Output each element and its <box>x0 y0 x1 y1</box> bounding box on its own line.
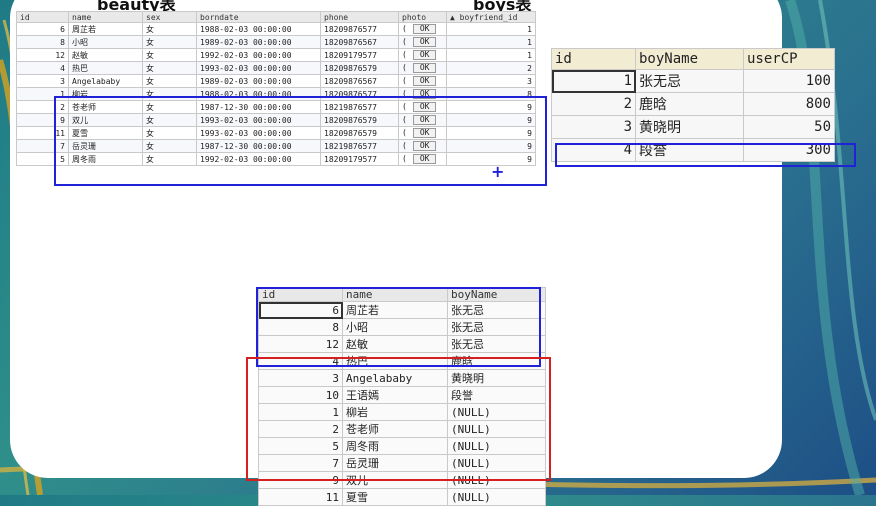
cell-boyfriend-id[interactable]: 1 <box>446 35 536 49</box>
cell-usercp[interactable]: 100 <box>743 69 835 93</box>
result-matched-highlight <box>256 287 541 367</box>
column-header-usercp[interactable]: userCP <box>743 48 835 70</box>
column-header-photo[interactable]: photo <box>398 11 447 23</box>
cell-borndate[interactable]: 1989-02-03 00:00:00 <box>196 74 321 88</box>
column-header-boyfriend-id-label: boyfriend_id <box>459 12 518 22</box>
cell-id[interactable]: 3 <box>551 115 636 139</box>
cell-photo[interactable]: ( OK <box>398 22 447 36</box>
cell-photo[interactable]: ( OK <box>398 35 447 49</box>
photo-prefix: ( <box>402 76 407 85</box>
cell-phone[interactable]: 18209876567 <box>320 35 399 49</box>
beauty-header-row: id name sex borndate phone photo ▲ boyfr… <box>16 11 536 23</box>
cell-id[interactable]: 12 <box>16 48 69 62</box>
table-row[interactable]: 12 赵敏女 1992-02-03 00:00:00 18209179577( OK 1 <box>16 48 536 62</box>
photo-prefix: ( <box>402 37 407 46</box>
cell-borndate[interactable]: 1989-02-03 00:00:00 <box>196 35 321 49</box>
photo-prefix: ( <box>402 50 407 59</box>
cell-sex[interactable]: 女 <box>142 74 197 88</box>
table-row[interactable]: 3 Angelababy 女 1989-02-03 00:00:00 182098765… <box>16 74 536 88</box>
cell-boyfriend-id[interactable]: 3 <box>446 74 536 88</box>
cell-boyname[interactable]: 鹿晗 <box>635 92 744 116</box>
cell-phone[interactable]: 18209876577 <box>320 22 399 36</box>
boys-unmatched-highlight <box>555 143 856 167</box>
table-row[interactable]: 3 黄晓明 50 <box>551 115 835 139</box>
cell-usercp[interactable]: 800 <box>743 92 835 116</box>
cell-id[interactable]: 6 <box>16 22 69 36</box>
cell-name[interactable]: 周芷若 <box>68 22 143 36</box>
table-row[interactable]: 11 夏雪 (NULL) <box>258 488 546 506</box>
column-header-sex[interactable]: sex <box>142 11 197 23</box>
cell-phone[interactable]: 18209876579 <box>320 61 399 75</box>
cell-id[interactable]: 2 <box>551 92 636 116</box>
column-header-id[interactable]: id <box>16 11 69 23</box>
column-header-id[interactable]: id <box>551 48 636 70</box>
column-header-phone[interactable]: phone <box>320 11 399 23</box>
photo-prefix: ( <box>402 24 407 33</box>
cell-id[interactable]: 3 <box>16 74 69 88</box>
cell-boyname[interactable]: (NULL) <box>447 488 546 506</box>
cell-name[interactable]: 小昭 <box>68 35 143 49</box>
table-row[interactable]: 2 鹿晗 800 <box>551 92 835 116</box>
cell-boyfriend-id[interactable]: 1 <box>446 22 536 36</box>
table-row[interactable]: 8 小昭女 1989-02-03 00:00:00 18209876567( OK 1 <box>16 35 536 49</box>
cell-borndate[interactable]: 1992-02-03 00:00:00 <box>196 48 321 62</box>
cell-boyfriend-id[interactable]: 1 <box>446 48 536 62</box>
photo-prefix: ( <box>402 63 407 72</box>
table-row[interactable]: 4 热巴女 1993-02-03 00:00:00 18209876579( OK 2 <box>16 61 536 75</box>
cell-name[interactable]: 热巴 <box>68 61 143 75</box>
column-header-borndate[interactable]: borndate <box>196 11 321 23</box>
cell-photo[interactable]: ( OK <box>398 48 447 62</box>
cell-sex[interactable]: 女 <box>142 22 197 36</box>
cell-id[interactable]: 11 <box>258 488 343 506</box>
photo-ok-button[interactable]: OK <box>412 24 437 34</box>
table-row[interactable]: 1 张无忌 100 <box>551 69 835 93</box>
cell-id[interactable]: 4 <box>16 61 69 75</box>
cell-borndate[interactable]: 1993-02-03 00:00:00 <box>196 61 321 75</box>
cell-name[interactable]: 赵敏 <box>68 48 143 62</box>
photo-ok-button[interactable]: OK <box>412 63 437 73</box>
cell-boyname[interactable]: 张无忌 <box>635 69 744 93</box>
sort-ascending-icon: ▲ <box>450 12 455 22</box>
column-header-name[interactable]: name <box>68 11 143 23</box>
column-header-boyfriend-id[interactable]: ▲ boyfriend_id <box>446 11 536 23</box>
cell-id[interactable]: 1 <box>551 69 636 93</box>
cell-phone[interactable]: 18209179577 <box>320 48 399 62</box>
column-header-boyname[interactable]: boyName <box>635 48 744 70</box>
cell-phone[interactable]: 18209876567 <box>320 74 399 88</box>
result-null-highlight <box>246 357 551 481</box>
cell-name[interactable]: Angelababy <box>68 74 143 88</box>
cell-usercp[interactable]: 50 <box>743 115 835 139</box>
cell-borndate[interactable]: 1988-02-03 00:00:00 <box>196 22 321 36</box>
beauty-unmatched-highlight <box>54 96 547 186</box>
cell-photo[interactable]: ( OK <box>398 61 447 75</box>
cell-photo[interactable]: ( OK <box>398 74 447 88</box>
cell-sex[interactable]: 女 <box>142 48 197 62</box>
cell-sex[interactable]: 女 <box>142 61 197 75</box>
cell-sex[interactable]: 女 <box>142 35 197 49</box>
table-row[interactable]: 6 周芷若女 1988-02-03 00:00:00 18209876577( OK 1 <box>16 22 536 36</box>
cell-boyname[interactable]: 黄晓明 <box>635 115 744 139</box>
plus-marker: + <box>491 162 505 181</box>
cell-name[interactable]: 夏雪 <box>342 488 448 506</box>
cell-boyfriend-id[interactable]: 2 <box>446 61 536 75</box>
boys-header-row: id boyName userCP <box>551 48 835 70</box>
cell-id[interactable]: 8 <box>16 35 69 49</box>
photo-ok-button[interactable]: OK <box>412 76 437 86</box>
photo-ok-button[interactable]: OK <box>412 37 437 47</box>
photo-ok-button[interactable]: OK <box>412 50 437 60</box>
